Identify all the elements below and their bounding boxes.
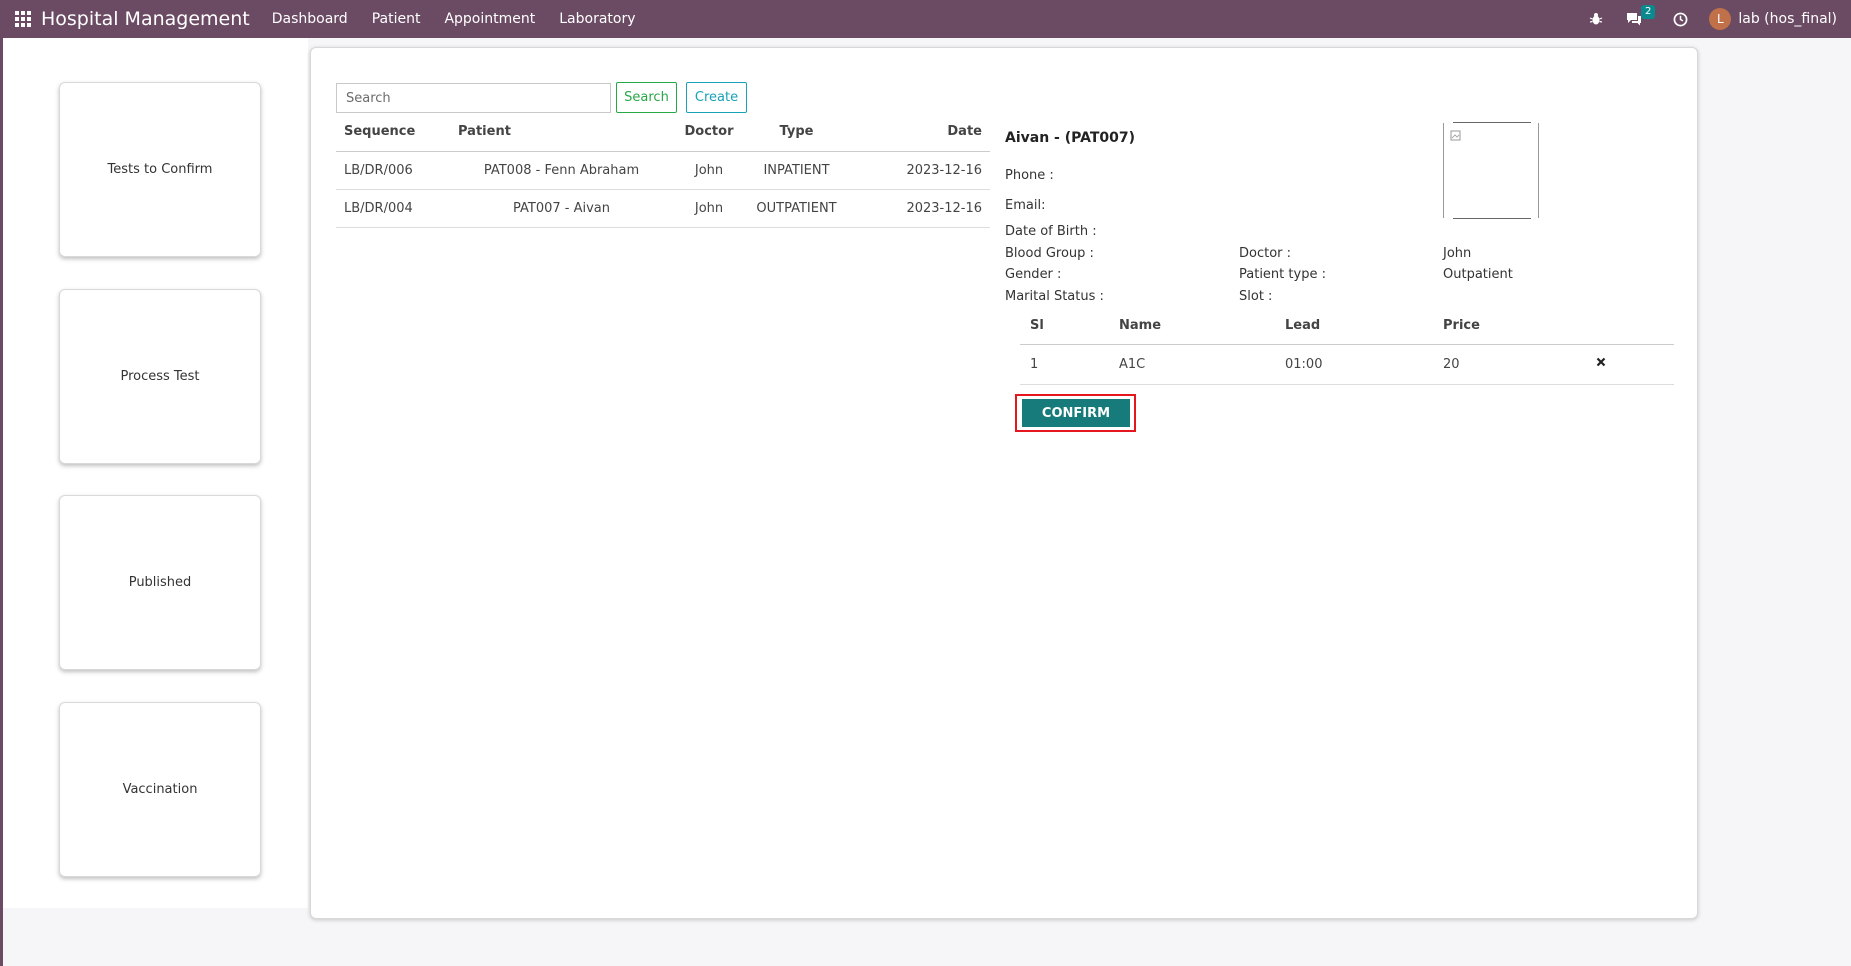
menu-dashboard[interactable]: Dashboard	[272, 11, 348, 27]
user-menu[interactable]: L lab (hos_final)	[1709, 8, 1837, 30]
slot-label: Slot :	[1239, 289, 1273, 304]
col-lead: Lead	[1275, 308, 1433, 345]
card-published[interactable]: Published	[59, 495, 261, 670]
menu-patient[interactable]: Patient	[372, 11, 421, 27]
confirm-highlight: CONFIRM	[1015, 394, 1136, 432]
debug-bug-icon[interactable]	[1587, 10, 1605, 28]
patient-photo	[1443, 122, 1539, 219]
card-process-test[interactable]: Process Test	[59, 289, 261, 464]
search-input[interactable]	[336, 83, 611, 113]
gender-label: Gender :	[1005, 267, 1062, 282]
cell-doctor: John	[675, 151, 743, 190]
col-doctor: Doctor	[675, 113, 743, 152]
cell-remove	[1585, 344, 1674, 385]
col-sequence: Sequence	[336, 113, 448, 152]
main-panel: Search Create Sequence Patient Doctor Ty…	[310, 47, 1698, 919]
lab-requests-table: Sequence Patient Doctor Type Date LB/DR/…	[336, 113, 990, 228]
cell-patient: PAT008 - Fenn Abraham	[448, 151, 675, 190]
doctor-label: Doctor :	[1239, 246, 1292, 261]
col-type: Type	[743, 113, 850, 152]
marital-status-label: Marital Status :	[1005, 289, 1104, 304]
card-tests-to-confirm[interactable]: Tests to Confirm	[59, 82, 261, 257]
col-remove	[1585, 308, 1674, 345]
app-title[interactable]: Hospital Management	[41, 8, 250, 30]
col-date: Date	[850, 113, 990, 152]
col-sl: Sl	[1020, 308, 1109, 345]
patient-type-label: Patient type :	[1239, 267, 1326, 282]
cell-date: 2023-12-16	[850, 189, 990, 228]
search-button[interactable]: Search	[616, 82, 677, 113]
test-row: 1 A1C 01:00 20	[1020, 344, 1674, 385]
table-header-row: Sequence Patient Doctor Type Date	[336, 113, 990, 152]
cell-price: 20	[1433, 344, 1585, 385]
card-vaccination[interactable]: Vaccination	[59, 702, 261, 877]
cell-patient: PAT007 - Aivan	[448, 189, 675, 228]
email-label: Email:	[1005, 198, 1046, 213]
menu-laboratory[interactable]: Laboratory	[559, 11, 635, 27]
chat-count-badge: 2	[1641, 5, 1656, 19]
cell-doctor: John	[675, 189, 743, 228]
patient-name-heading: Aivan - (PAT007)	[1005, 130, 1136, 146]
cell-name: A1C	[1109, 344, 1275, 385]
col-patient: Patient	[448, 113, 675, 152]
broken-image-icon	[1450, 130, 1461, 141]
patient-type-value: Outpatient	[1443, 267, 1513, 282]
cell-lead: 01:00	[1275, 344, 1433, 385]
user-name: lab (hos_final)	[1738, 11, 1837, 27]
cell-type: INPATIENT	[743, 151, 850, 190]
activity-clock-icon[interactable]	[1671, 10, 1689, 28]
chat-icon[interactable]: 2	[1625, 5, 1656, 28]
remove-x-icon[interactable]	[1595, 356, 1607, 368]
table-row[interactable]: LB/DR/006 PAT008 - Fenn Abraham John INP…	[336, 151, 990, 190]
tests-table: Sl Name Lead Price 1 A1C 01:00 20	[1020, 308, 1674, 385]
create-button[interactable]: Create	[686, 82, 747, 113]
table-row[interactable]: LB/DR/004 PAT007 - Aivan John OUTPATIENT…	[336, 189, 990, 228]
tests-header-row: Sl Name Lead Price	[1020, 308, 1674, 345]
confirm-button[interactable]: CONFIRM	[1022, 399, 1130, 427]
apps-grid-icon[interactable]	[15, 11, 31, 27]
dob-label: Date of Birth :	[1005, 224, 1097, 239]
col-name: Name	[1109, 308, 1275, 345]
blood-group-label: Blood Group :	[1005, 246, 1094, 261]
cell-sl: 1	[1020, 344, 1109, 385]
top-navbar: Hospital Management Dashboard Patient Ap…	[0, 0, 1851, 38]
doctor-value: John	[1443, 246, 1472, 261]
avatar: L	[1709, 8, 1732, 30]
menu-appointment[interactable]: Appointment	[444, 11, 535, 27]
sidebar-panel: Tests to Confirm Process Test Published …	[3, 38, 308, 908]
cell-sequence: LB/DR/006	[336, 151, 448, 190]
col-price: Price	[1433, 308, 1585, 345]
cell-sequence: LB/DR/004	[336, 189, 448, 228]
phone-label: Phone :	[1005, 168, 1054, 183]
cell-date: 2023-12-16	[850, 151, 990, 190]
navbar-systray: 2 L lab (hos_final)	[1587, 5, 1837, 30]
cell-type: OUTPATIENT	[743, 189, 850, 228]
